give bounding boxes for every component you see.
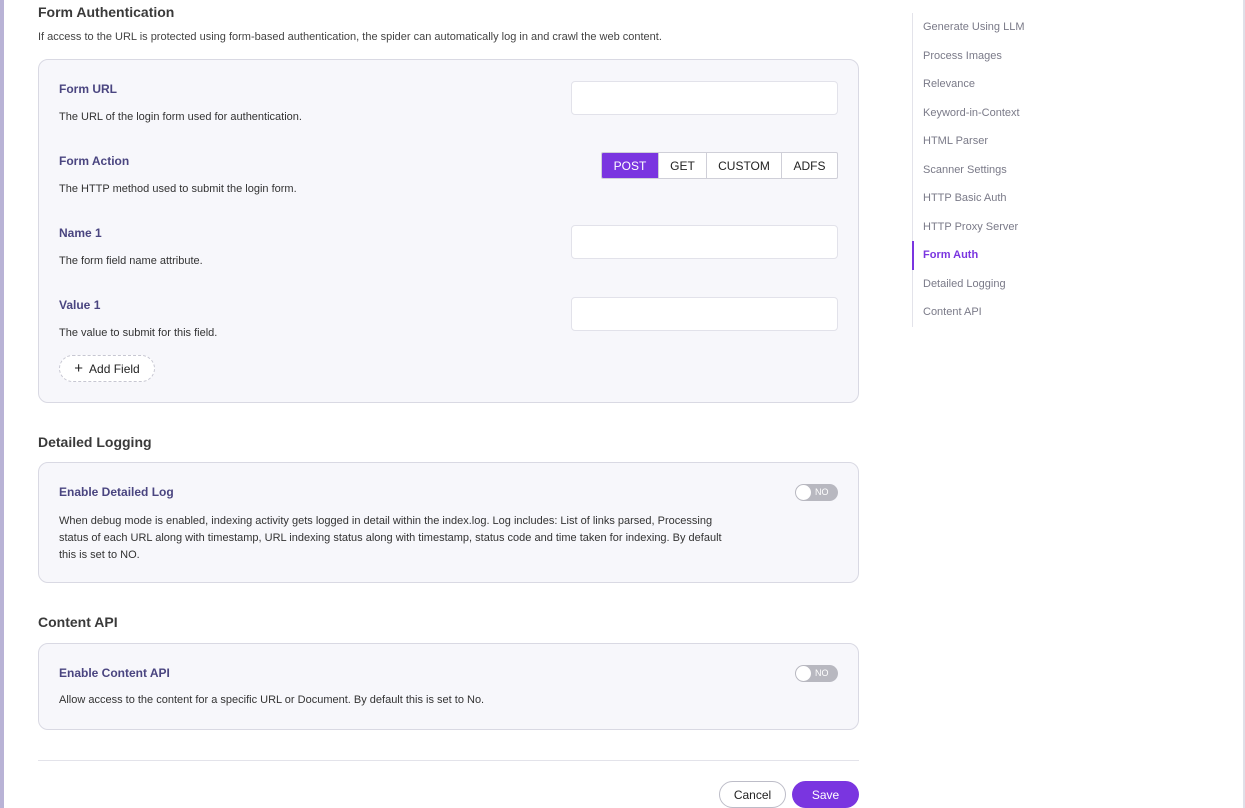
form-action-label: Form Action <box>59 154 130 168</box>
content-api-toggle[interactable]: NO <box>795 665 838 682</box>
form-auth-title: Form Authentication <box>38 4 175 20</box>
form-url-label: Form URL <box>59 82 117 96</box>
detailed-logging-title: Detailed Logging <box>38 434 152 450</box>
method-adfs-button[interactable]: ADFS <box>782 153 837 178</box>
detailed-logging-card: Enable Detailed Log When debug mode is e… <box>38 462 859 583</box>
nav-item-process-images[interactable]: Process Images <box>913 42 1112 71</box>
form-action-segmented-control: POST GET CUSTOM ADFS <box>601 152 838 179</box>
add-field-label: Add Field <box>89 361 140 376</box>
footer-divider <box>38 760 859 761</box>
nav-item-http-basic-auth[interactable]: HTTP Basic Auth <box>913 184 1112 213</box>
toggle-state-label: NO <box>815 487 829 497</box>
detailed-log-toggle[interactable]: NO <box>795 484 838 501</box>
nav-item-scanner-settings[interactable]: Scanner Settings <box>913 156 1112 185</box>
form-auth-card: Form URL The URL of the login form used … <box>38 59 859 403</box>
content-api-card: Enable Content API Allow access to the c… <box>38 643 859 730</box>
value1-input[interactable] <box>571 297 838 331</box>
toggle-knob <box>796 485 811 500</box>
form-url-input[interactable] <box>571 81 838 115</box>
form-auth-description: If access to the URL is protected using … <box>38 31 662 43</box>
nav-item-generate-using-llm[interactable]: Generate Using LLM <box>913 13 1112 42</box>
nav-item-keyword-in-context[interactable]: Keyword-in-Context <box>913 99 1112 128</box>
add-field-button[interactable]: + Add Field <box>59 355 155 382</box>
save-button[interactable]: Save <box>792 781 859 808</box>
detailed-log-help: When debug mode is enabled, indexing act… <box>59 515 722 561</box>
plus-icon: + <box>74 360 84 377</box>
content-api-label: Enable Content API <box>59 666 170 680</box>
nav-item-form-auth[interactable]: Form Auth <box>912 241 1112 270</box>
form-url-help: The URL of the login form used for authe… <box>59 111 302 123</box>
nav-item-content-api[interactable]: Content API <box>913 298 1112 327</box>
value1-label: Value 1 <box>59 298 101 312</box>
content-api-title: Content API <box>38 614 118 630</box>
toggle-state-label: NO <box>815 668 829 678</box>
name1-label: Name 1 <box>59 226 102 240</box>
section-nav: Generate Using LLM Process Images Releva… <box>912 13 1112 327</box>
nav-item-detailed-logging[interactable]: Detailed Logging <box>913 270 1112 299</box>
nav-item-relevance[interactable]: Relevance <box>913 70 1112 99</box>
content-api-help: Allow access to the content for a specif… <box>59 694 485 706</box>
method-get-button[interactable]: GET <box>659 153 707 178</box>
left-edge-bar <box>0 0 4 808</box>
detailed-log-label: Enable Detailed Log <box>59 485 174 499</box>
name1-help: The form field name attribute. <box>59 255 203 267</box>
nav-item-http-proxy-server[interactable]: HTTP Proxy Server <box>913 213 1112 242</box>
value1-help: The value to submit for this field. <box>59 327 218 339</box>
name1-input[interactable] <box>571 225 838 259</box>
method-post-button[interactable]: POST <box>602 153 659 178</box>
cancel-button[interactable]: Cancel <box>719 781 786 808</box>
nav-item-html-parser[interactable]: HTML Parser <box>913 127 1112 156</box>
method-custom-button[interactable]: CUSTOM <box>707 153 782 178</box>
toggle-knob <box>796 666 811 681</box>
form-action-help: The HTTP method used to submit the login… <box>59 183 297 195</box>
